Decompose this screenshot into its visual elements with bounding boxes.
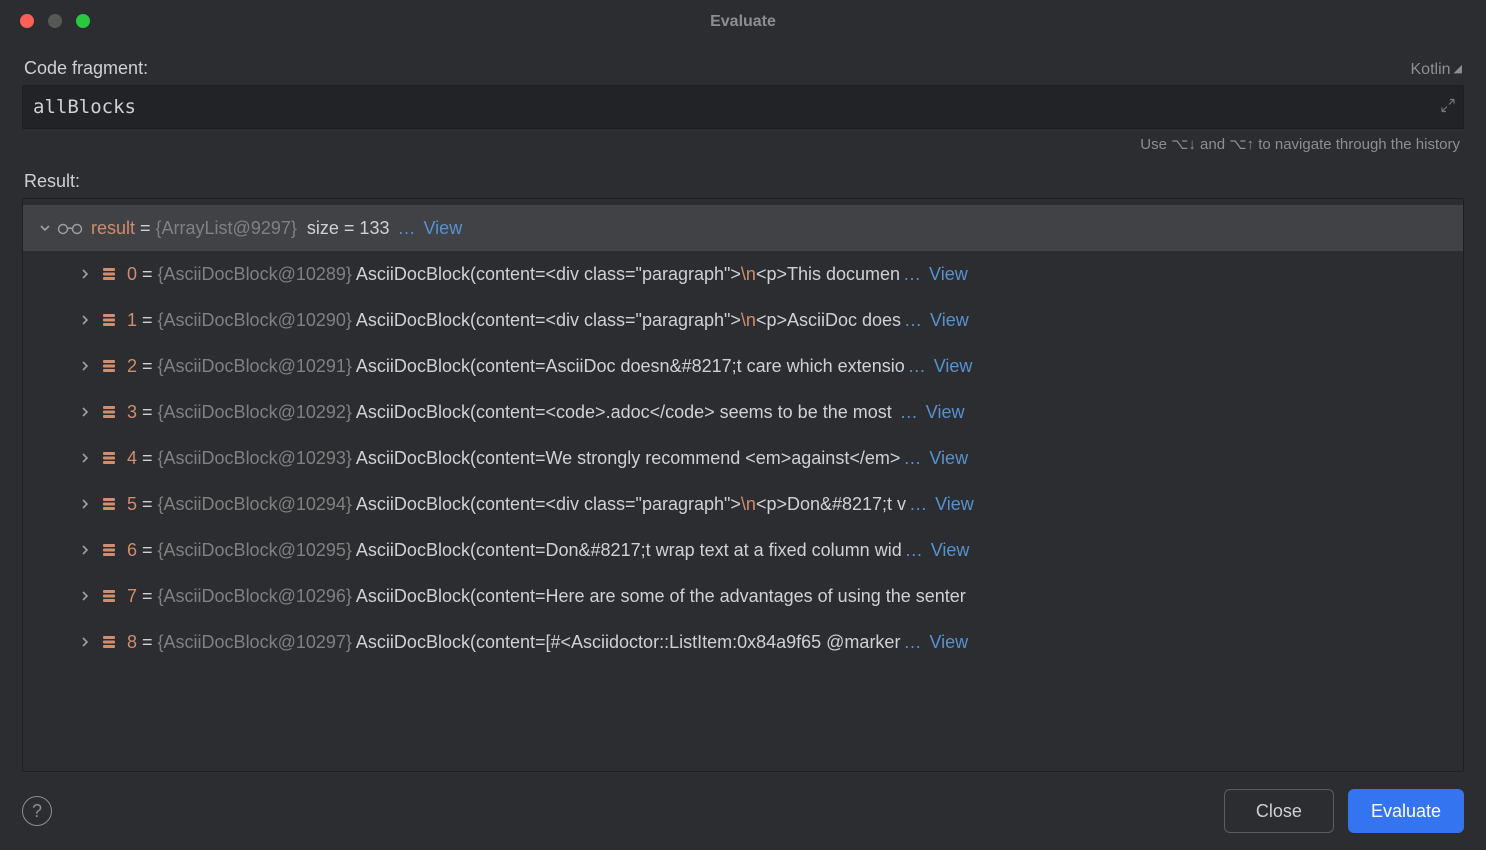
view-link[interactable]: View	[929, 632, 968, 652]
field-icon	[101, 450, 117, 466]
result-item-row[interactable]: 8 = {AsciiDocBlock@10297} AsciiDocBlock(…	[23, 619, 1463, 665]
result-root-text: result = {ArrayList@9297} size = 133 … V…	[91, 218, 1453, 239]
result-label: Result:	[22, 161, 1464, 198]
result-item-row[interactable]: 2 = {AsciiDocBlock@10291} AsciiDocBlock(…	[23, 343, 1463, 389]
chevron-right-icon[interactable]	[73, 544, 97, 556]
close-button[interactable]: Close	[1224, 789, 1334, 833]
close-window-button[interactable]	[20, 14, 34, 28]
ellipsis: …	[903, 264, 921, 284]
field-icon	[101, 404, 117, 420]
field-icon	[101, 634, 117, 650]
result-item-row[interactable]: 5 = {AsciiDocBlock@10294} AsciiDocBlock(…	[23, 481, 1463, 527]
view-link[interactable]: View	[930, 310, 969, 330]
field-icon	[101, 542, 117, 558]
item-text: 7 = {AsciiDocBlock@10296} AsciiDocBlock(…	[127, 586, 1453, 607]
chevron-right-icon[interactable]	[73, 636, 97, 648]
ellipsis: …	[904, 310, 922, 330]
chevron-down-icon[interactable]	[33, 222, 57, 234]
evaluate-button[interactable]: Evaluate	[1348, 789, 1464, 833]
language-name: Kotlin	[1411, 61, 1451, 78]
titlebar: Evaluate	[0, 0, 1486, 44]
code-fragment-label-row: Code fragment: Kotlin◢	[22, 48, 1464, 85]
chevron-right-icon[interactable]	[73, 590, 97, 602]
item-text: 8 = {AsciiDocBlock@10297} AsciiDocBlock(…	[127, 632, 1453, 653]
item-text: 6 = {AsciiDocBlock@10295} AsciiDocBlock(…	[127, 540, 1453, 561]
code-fragment-input[interactable]	[23, 86, 1463, 128]
field-icon	[101, 358, 117, 374]
ellipsis: …	[908, 356, 926, 376]
result-item-row[interactable]: 1 = {AsciiDocBlock@10290} AsciiDocBlock(…	[23, 297, 1463, 343]
item-text: 0 = {AsciiDocBlock@10289} AsciiDocBlock(…	[127, 264, 1453, 285]
field-icon	[101, 266, 117, 282]
code-input-wrap	[22, 85, 1464, 129]
item-text: 4 = {AsciiDocBlock@10293} AsciiDocBlock(…	[127, 448, 1453, 469]
result-item-row[interactable]: 6 = {AsciiDocBlock@10295} AsciiDocBlock(…	[23, 527, 1463, 573]
chevron-right-icon[interactable]	[73, 360, 97, 372]
view-link[interactable]: View	[926, 402, 965, 422]
field-icon	[101, 588, 117, 604]
view-link[interactable]: View	[424, 218, 463, 238]
view-link[interactable]: View	[935, 494, 974, 514]
chevron-right-icon[interactable]	[73, 498, 97, 510]
maximize-window-button[interactable]	[76, 14, 90, 28]
item-text: 5 = {AsciiDocBlock@10294} AsciiDocBlock(…	[127, 494, 1453, 515]
result-root-row[interactable]: result = {ArrayList@9297} size = 133 … V…	[23, 205, 1463, 251]
ellipsis: …	[909, 494, 927, 514]
field-icon	[101, 496, 117, 512]
chevron-right-icon[interactable]	[73, 452, 97, 464]
language-selector[interactable]: Kotlin◢	[1411, 61, 1463, 79]
window-title: Evaluate	[710, 13, 776, 31]
chevron-right-icon[interactable]	[73, 314, 97, 326]
window-controls	[20, 14, 90, 28]
item-text: 3 = {AsciiDocBlock@10292} AsciiDocBlock(…	[127, 402, 1453, 423]
field-icon	[101, 312, 117, 328]
chevron-right-icon[interactable]	[73, 268, 97, 280]
dialog-content: Code fragment: Kotlin◢ Use ⌥↓ and ⌥↑ to …	[0, 44, 1486, 772]
chevron-right-icon[interactable]	[73, 406, 97, 418]
help-button[interactable]: ?	[22, 796, 52, 826]
evaluate-dialog: Evaluate Code fragment: Kotlin◢ Use ⌥↓ a…	[0, 0, 1486, 850]
ellipsis: …	[903, 448, 921, 468]
view-link[interactable]: View	[929, 264, 968, 284]
item-text: 2 = {AsciiDocBlock@10291} AsciiDocBlock(…	[127, 356, 1453, 377]
view-link[interactable]: View	[929, 448, 968, 468]
history-hint: Use ⌥↓ and ⌥↑ to navigate through the hi…	[22, 133, 1464, 161]
result-item-row[interactable]: 4 = {AsciiDocBlock@10293} AsciiDocBlock(…	[23, 435, 1463, 481]
glasses-icon	[57, 221, 83, 235]
view-link[interactable]: View	[934, 356, 973, 376]
expand-editor-icon[interactable]	[1441, 99, 1455, 116]
dialog-footer: ? Close Evaluate	[0, 772, 1486, 850]
view-link[interactable]: View	[931, 540, 970, 560]
result-tree: result = {ArrayList@9297} size = 133 … V…	[22, 198, 1464, 772]
ellipsis: …	[900, 402, 918, 422]
dropdown-arrow-icon: ◢	[1454, 63, 1462, 75]
item-text: 1 = {AsciiDocBlock@10290} AsciiDocBlock(…	[127, 310, 1453, 331]
minimize-window-button[interactable]	[48, 14, 62, 28]
result-item-row[interactable]: 7 = {AsciiDocBlock@10296} AsciiDocBlock(…	[23, 573, 1463, 619]
ellipsis: …	[905, 540, 923, 560]
result-item-row[interactable]: 0 = {AsciiDocBlock@10289} AsciiDocBlock(…	[23, 251, 1463, 297]
footer-buttons: Close Evaluate	[1224, 789, 1464, 833]
result-item-row[interactable]: 3 = {AsciiDocBlock@10292} AsciiDocBlock(…	[23, 389, 1463, 435]
code-fragment-label: Code fragment:	[24, 58, 148, 79]
ellipsis: …	[903, 632, 921, 652]
